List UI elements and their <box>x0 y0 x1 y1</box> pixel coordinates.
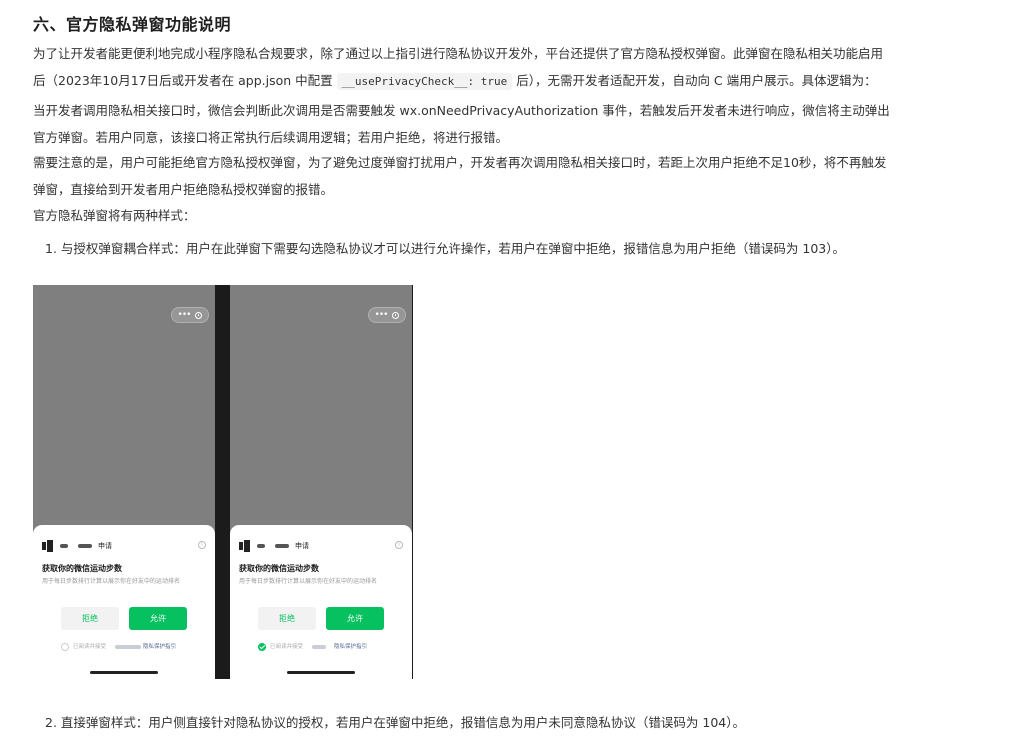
paragraph-1-line-2: 后（2023年10月17日后或开发者在 app.json 中配置 __usePr… <box>33 67 993 95</box>
app-name-redacted <box>257 544 265 548</box>
paragraph-3-line-1: 需要注意的是，用户可能拒绝官方隐私授权弹窗，为了避免过度弹窗打扰用户，开发者再次… <box>33 155 887 170</box>
home-indicator <box>90 671 158 674</box>
paragraph-4: 官方隐私弹窗将有两种样式： <box>33 208 196 223</box>
paragraph-2: 当开发者调用隐私相关接口时，微信会判断此次调用是否需要触发 wx.onNeedP… <box>33 97 993 151</box>
privacy-agree-row[interactable]: 已阅读并接受 隐私保护指引 <box>61 642 201 652</box>
privacy-popup-screenshots: ••• 申请 i 获取你的微信运动步数 用于每日步数排行计算以展示你在好友中的运… <box>33 285 413 679</box>
app-logo-icon <box>42 540 54 552</box>
apply-label: 申请 <box>98 542 112 550</box>
info-icon[interactable]: i <box>395 541 403 549</box>
more-icon: ••• <box>177 309 192 320</box>
more-icon: ••• <box>374 309 389 320</box>
permission-desc: 用于每日步数排行计算以展示你在好友中的运动排名 <box>42 578 181 585</box>
home-indicator <box>287 671 355 674</box>
app-name-redacted <box>60 544 68 548</box>
close-circle-icon <box>392 311 400 319</box>
paragraph-2-line-2: 官方弹窗。若用户同意，该接口将正常执行后续调用逻辑；若用户拒绝，将进行报错。 <box>33 130 509 145</box>
close-circle-icon <box>195 311 203 319</box>
allow-button[interactable]: 允许 <box>129 607 187 630</box>
app-name-redacted <box>275 544 289 548</box>
deny-button[interactable]: 拒绝 <box>258 607 316 630</box>
agree-checkbox[interactable] <box>258 643 266 651</box>
privacy-agree-row[interactable]: 已阅读并接受 隐私保护指引 <box>258 642 398 652</box>
agree-text: 已阅读并接受 <box>270 644 304 650</box>
agree-checkbox[interactable] <box>61 643 69 651</box>
paragraph-1-line-1: 为了让开发者能更便利地完成小程序隐私合规要求，除了通过以上指引进行隐私协议开发外… <box>33 46 884 61</box>
deny-button[interactable]: 拒绝 <box>61 607 119 630</box>
permission-title: 获取你的微信运动步数 <box>239 564 319 573</box>
paragraph-1-line-2-post: 后），无需开发者适配开发，自动向 C 端用户展示。具体逻辑为： <box>516 73 877 88</box>
phone-mockup-checked: ••• 申请 i 获取你的微信运动步数 用于每日步数排行计算以展示你在好友中的运… <box>230 285 412 679</box>
capsule-menu: ••• <box>368 307 406 323</box>
section-heading: 六、官方隐私弹窗功能说明 <box>33 15 232 34</box>
capsule-menu: ••• <box>171 307 209 323</box>
agree-text: 已阅读并接受 <box>73 644 107 650</box>
paragraph-1-line-2-pre: 后（2023年10月17日后或开发者在 app.json 中配置 <box>33 73 333 88</box>
inline-code: __usePrivacyCheck__: true <box>336 73 513 90</box>
paragraph-3-line-2: 弹窗，直接给到开发者用户拒绝隐私授权弹窗的报错。 <box>33 182 334 197</box>
allow-button[interactable]: 允许 <box>326 607 384 630</box>
phone-mockup-unchecked: ••• 申请 i 获取你的微信运动步数 用于每日步数排行计算以展示你在好友中的运… <box>33 285 215 679</box>
paragraph-3: 需要注意的是，用户可能拒绝官方隐私授权弹窗，为了避免过度弹窗打扰用户，开发者再次… <box>33 149 993 203</box>
apply-label: 申请 <box>295 542 309 550</box>
privacy-guide-link[interactable]: 隐私保护指引 <box>143 642 176 652</box>
privacy-guide-link[interactable]: 隐私保护指引 <box>334 642 367 652</box>
app-logo-icon <box>239 540 251 552</box>
app-name-redacted <box>78 544 92 548</box>
redacted-text <box>115 645 141 649</box>
auth-sheet: 申请 i 获取你的微信运动步数 用于每日步数排行计算以展示你在好友中的运动排名 … <box>230 525 412 679</box>
sheet-header: 申请 i <box>239 540 403 552</box>
info-icon[interactable]: i <box>198 541 206 549</box>
paragraph-2-line-1: 当开发者调用隐私相关接口时，微信会判断此次调用是否需要触发 wx.onNeedP… <box>33 103 890 118</box>
auth-sheet: 申请 i 获取你的微信运动步数 用于每日步数排行计算以展示你在好友中的运动排名 … <box>33 525 215 679</box>
list-item-2: 2. 直接弹窗样式：用户侧直接针对隐私协议的授权，若用户在弹窗中拒绝，报错信息为… <box>45 715 745 730</box>
permission-desc: 用于每日步数排行计算以展示你在好友中的运动排名 <box>239 578 378 585</box>
list-item-1: 1. 与授权弹窗耦合样式：用户在此弹窗下需要勾选隐私协议才可以进行允许操作，若用… <box>45 241 845 256</box>
sheet-header: 申请 i <box>42 540 206 552</box>
permission-title: 获取你的微信运动步数 <box>42 564 122 573</box>
redacted-text <box>312 645 326 649</box>
paragraph-1: 为了让开发者能更便利地完成小程序隐私合规要求，除了通过以上指引进行隐私协议开发外… <box>33 40 993 95</box>
